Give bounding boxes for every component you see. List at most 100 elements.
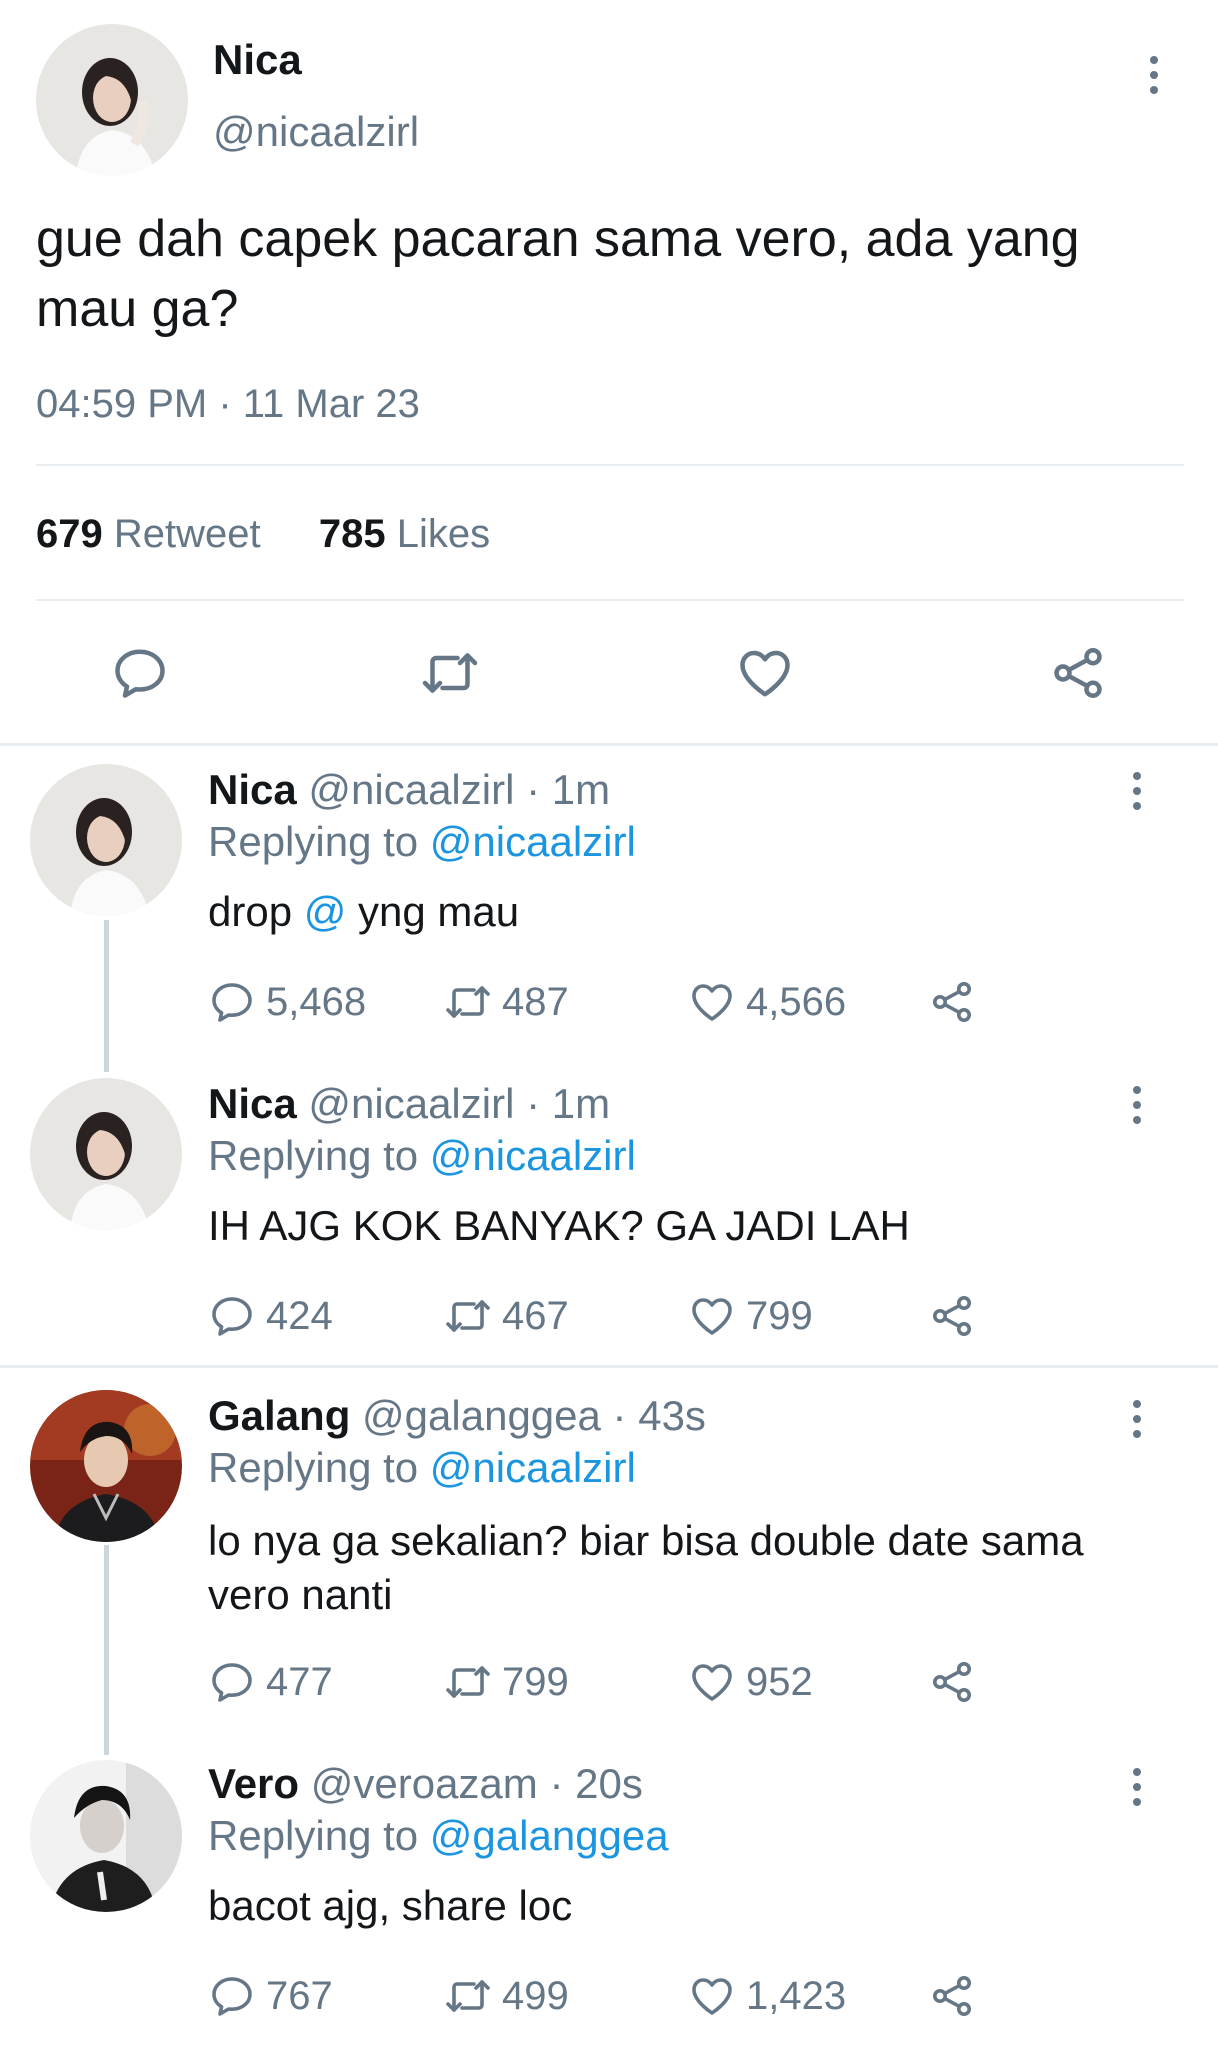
reply-icon xyxy=(208,978,256,1026)
retweet-icon xyxy=(444,1972,492,2020)
reply-button[interactable]: 477 xyxy=(208,1658,333,1706)
retweet-count: 799 xyxy=(502,1659,569,1704)
like-icon xyxy=(688,1292,736,1340)
like-icon xyxy=(688,1972,736,2020)
reply-text: drop @ yng mau xyxy=(208,888,519,936)
like-count: 1,423 xyxy=(746,1973,847,2018)
reply-count: 424 xyxy=(266,1293,333,1338)
like-button[interactable]: 1,423 xyxy=(688,1972,846,2020)
divider xyxy=(36,464,1184,466)
avatar[interactable] xyxy=(30,1078,182,1230)
replying-to-label: Replying to xyxy=(208,1444,419,1491)
avatar[interactable] xyxy=(30,1760,182,1912)
like-count: 4,566 xyxy=(746,979,847,1024)
reply-button[interactable]: 424 xyxy=(208,1292,333,1340)
tweet-text: gue dah capek pacaran sama vero, ada yan… xyxy=(36,210,1080,338)
share-icon xyxy=(928,1292,976,1340)
retweet-icon xyxy=(444,978,492,1026)
replying-to-handle[interactable]: @nicaalzirl xyxy=(430,818,636,865)
retweet-count: 487 xyxy=(502,979,569,1024)
retweet-button[interactable]: 487 xyxy=(444,978,569,1026)
share-button[interactable] xyxy=(928,978,976,1026)
thread-line xyxy=(104,1545,109,1755)
reply-count: 477 xyxy=(266,1659,333,1704)
retweet-button[interactable]: 467 xyxy=(444,1292,569,1340)
retweet-count: 499 xyxy=(502,1973,569,2018)
replying-to-label: Replying to xyxy=(208,1132,419,1179)
retweet-stat[interactable]: 679 Retweet xyxy=(36,512,261,556)
more-icon[interactable] xyxy=(1131,1400,1143,1438)
section-divider xyxy=(0,1365,1218,1368)
divider xyxy=(36,599,1184,601)
avatar[interactable] xyxy=(30,764,182,916)
avatar[interactable] xyxy=(36,24,188,176)
reply-button[interactable]: 767 xyxy=(208,1972,333,2020)
reply-text: bacot ajg, share loc xyxy=(208,1882,573,1929)
like-button[interactable]: 4,566 xyxy=(688,978,846,1026)
share-button[interactable] xyxy=(928,1292,976,1340)
reply-text-part: yng mau xyxy=(358,888,520,935)
replying-to-label: Replying to xyxy=(208,818,419,865)
replying-to-handle[interactable]: @nicaalzirl xyxy=(430,1444,636,1491)
reply-icon xyxy=(208,1292,256,1340)
share-icon xyxy=(928,978,976,1026)
reply-meta: @nicaalzirl · 1m xyxy=(308,1080,611,1127)
retweet-label: Retweet xyxy=(113,512,261,556)
reply-author-name: Galang xyxy=(208,1392,351,1439)
retweet-count: 467 xyxy=(502,1293,569,1338)
replying-to-label: Replying to xyxy=(208,1812,419,1859)
retweet-icon xyxy=(444,1292,492,1340)
reply-meta: @nicaalzirl · 1m xyxy=(308,766,611,813)
more-icon[interactable] xyxy=(1148,56,1160,94)
tweet-timestamp[interactable]: 04:59 PM · 11 Mar 23 xyxy=(36,382,420,427)
retweet-button[interactable]: 499 xyxy=(444,1972,569,2020)
like-button[interactable]: 799 xyxy=(688,1292,813,1340)
reply-text: IH AJG KOK BANYAK? GA JADI LAH xyxy=(208,1202,910,1249)
reply-author-name: Nica xyxy=(208,1080,297,1127)
share-button[interactable] xyxy=(928,1972,976,2020)
share-icon xyxy=(928,1658,976,1706)
reply-icon xyxy=(110,643,170,703)
reply-meta: @veroazam · 20s xyxy=(310,1760,643,1807)
like-icon xyxy=(735,643,795,703)
likes-stat[interactable]: 785 Likes xyxy=(319,512,490,556)
reply-text: lo nya ga sekalian? biar bisa double dat… xyxy=(208,1517,1084,1618)
replying-to: Replying to @nicaalzirl xyxy=(208,818,636,866)
author-name[interactable]: Nica xyxy=(213,36,302,84)
more-icon[interactable] xyxy=(1131,1768,1143,1806)
replying-to-handle[interactable]: @nicaalzirl xyxy=(430,1132,636,1179)
retweet-button[interactable]: 799 xyxy=(444,1658,569,1706)
reply-count: 5,468 xyxy=(266,979,367,1024)
retweet-count: 679 xyxy=(36,512,103,556)
thread-line xyxy=(104,920,109,1072)
share-button[interactable] xyxy=(928,1658,976,1706)
like-icon xyxy=(688,978,736,1026)
reply-header[interactable]: Galang @galanggea · 43s xyxy=(208,1392,706,1440)
reply-icon xyxy=(208,1658,256,1706)
more-icon[interactable] xyxy=(1131,1086,1143,1124)
more-icon[interactable] xyxy=(1131,772,1143,810)
reply-header[interactable]: Nica @nicaalzirl · 1m xyxy=(208,766,610,814)
reply-meta: @galanggea · 43s xyxy=(362,1392,706,1439)
share-button[interactable] xyxy=(1048,643,1108,703)
replying-to: Replying to @nicaalzirl xyxy=(208,1132,636,1180)
reply-text-part: drop xyxy=(208,888,293,935)
reply-header[interactable]: Nica @nicaalzirl · 1m xyxy=(208,1080,610,1128)
avatar[interactable] xyxy=(30,1390,182,1542)
reply-author-name: Nica xyxy=(208,766,297,813)
reply-button[interactable] xyxy=(110,643,170,703)
mention-link[interactable]: @ xyxy=(304,888,347,935)
reply-icon xyxy=(208,1972,256,2020)
replying-to-handle[interactable]: @galanggea xyxy=(430,1812,669,1859)
reply-count: 767 xyxy=(266,1973,333,2018)
reply-header[interactable]: Vero @veroazam · 20s xyxy=(208,1760,643,1808)
tweet-stats: 679 Retweet 785 Likes xyxy=(36,512,490,557)
like-count: 799 xyxy=(746,1293,813,1338)
share-icon xyxy=(1048,643,1108,703)
retweet-button[interactable] xyxy=(420,643,480,703)
like-button[interactable] xyxy=(735,643,795,703)
reply-button[interactable]: 5,468 xyxy=(208,978,366,1026)
like-button[interactable]: 952 xyxy=(688,1658,813,1706)
replying-to: Replying to @nicaalzirl xyxy=(208,1444,636,1492)
author-handle[interactable]: @nicaalzirl xyxy=(213,108,419,156)
